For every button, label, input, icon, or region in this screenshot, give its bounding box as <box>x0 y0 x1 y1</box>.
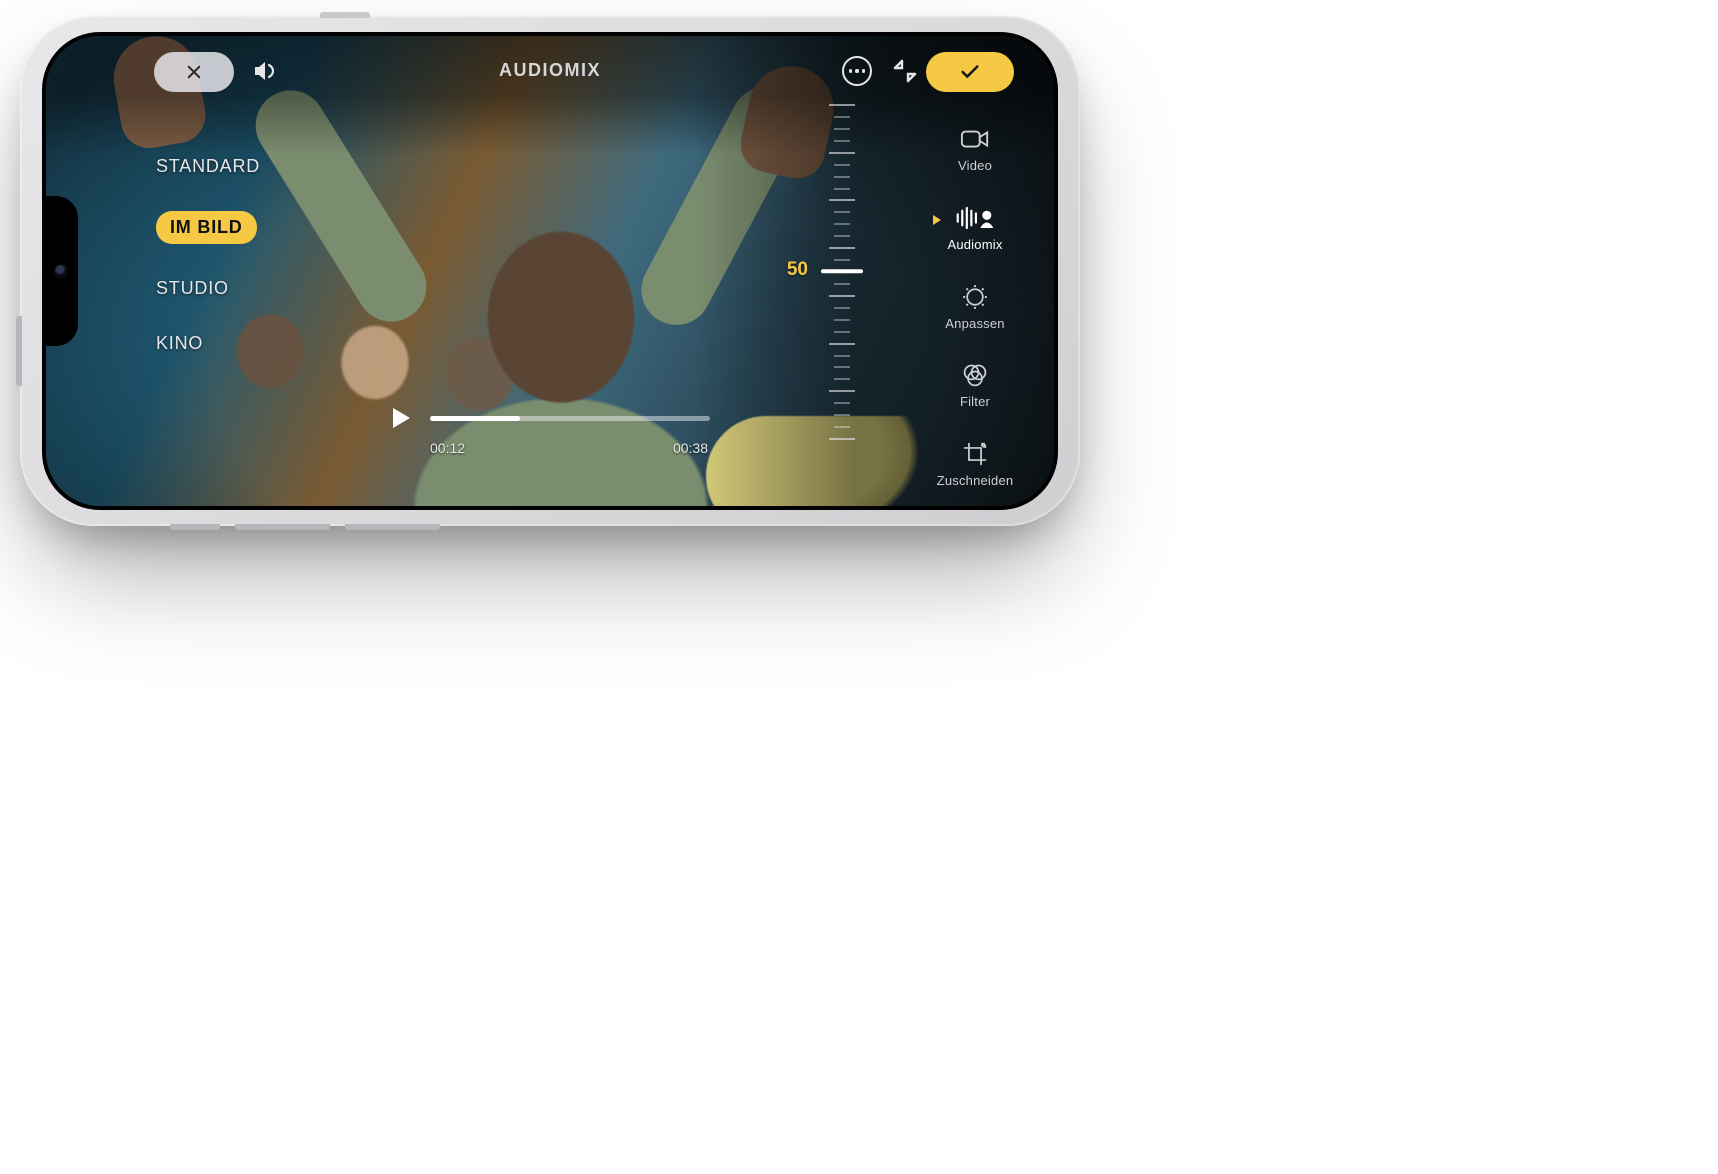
adjust-icon <box>960 284 990 310</box>
more-button[interactable] <box>842 56 872 86</box>
hw-button-vol-up <box>235 524 330 530</box>
slider-value-label: 50 <box>787 259 808 281</box>
mode-standard[interactable]: STANDARD <box>156 156 260 177</box>
done-button[interactable] <box>926 52 1014 92</box>
tool-video-label: Video <box>958 158 992 173</box>
tool-adjust-label: Anpassen <box>945 316 1004 331</box>
screen: AUDIOMIX <box>46 36 1054 506</box>
slider-handle[interactable] <box>821 269 863 273</box>
phone-bezel: AUDIOMIX <box>42 32 1058 510</box>
playback-progress <box>430 416 520 421</box>
edit-tool-rail: Video Audio <box>920 126 1030 488</box>
hw-button-top <box>320 12 370 18</box>
crop-icon <box>960 441 990 467</box>
hw-button-power <box>16 316 22 386</box>
intensity-slider[interactable]: 50 <box>816 104 868 438</box>
playback-track[interactable] <box>430 416 710 421</box>
audiomix-icon <box>955 205 995 231</box>
video-icon <box>960 126 990 152</box>
checkmark-icon <box>959 61 981 83</box>
time-current: 00:12 <box>430 440 465 456</box>
top-bar: AUDIOMIX <box>46 50 1054 100</box>
tool-adjust[interactable]: Anpassen <box>945 284 1004 331</box>
tool-crop[interactable]: Zuschneiden <box>937 441 1014 488</box>
hw-button-vol-down <box>345 524 440 530</box>
mode-kino[interactable]: KINO <box>156 333 260 354</box>
audiomix-mode-list: STANDARD IM BILD STUDIO KINO <box>156 156 260 354</box>
device-notch <box>46 196 78 346</box>
hw-button-mute <box>170 524 220 530</box>
active-marker-icon <box>933 215 941 225</box>
mode-studio[interactable]: STUDIO <box>156 278 260 299</box>
exit-fullscreen-button[interactable] <box>892 58 918 89</box>
collapse-icon <box>892 58 918 84</box>
tool-audiomix[interactable]: Audiomix <box>947 205 1002 252</box>
filter-icon <box>960 362 990 388</box>
mode-im-bild[interactable]: IM BILD <box>156 211 257 244</box>
tool-filter-label: Filter <box>960 394 990 409</box>
phone-frame: AUDIOMIX <box>20 16 1080 526</box>
play-button[interactable] <box>390 406 412 430</box>
tool-filter[interactable]: Filter <box>960 362 990 409</box>
tool-crop-label: Zuschneiden <box>937 473 1014 488</box>
playback-controls: 00:12 00:38 <box>390 406 710 456</box>
time-duration: 00:38 <box>673 440 708 456</box>
more-icon <box>842 56 872 86</box>
tool-video[interactable]: Video <box>958 126 992 173</box>
tool-audiomix-label: Audiomix <box>947 237 1002 252</box>
